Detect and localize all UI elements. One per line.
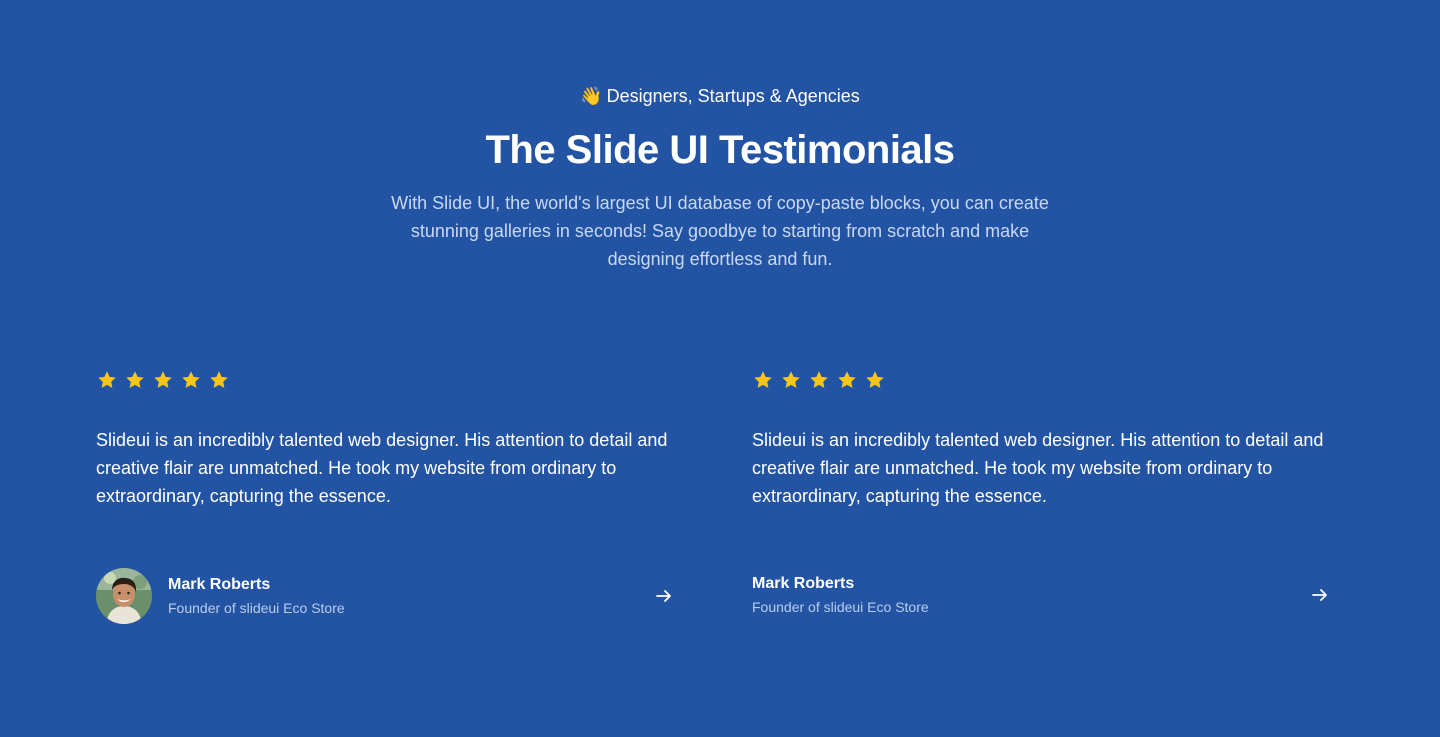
arrow-right-icon: [656, 590, 671, 602]
author-role: Founder of slideui Eco Store: [752, 599, 929, 615]
testimonials-section: 👋 Designers, Startups & Agencies The Slid…: [0, 0, 1440, 737]
testimonial-card: Slideui is an incredibly talented web de…: [96, 368, 696, 638]
star-icon: [864, 369, 886, 391]
author-name: Mark Roberts: [752, 575, 855, 592]
author-role: Founder of slideui Eco Store: [168, 600, 345, 616]
section-subtitle: With Slide UI, the world's largest UI da…: [391, 193, 1049, 269]
arrow-right-icon: [1312, 589, 1327, 601]
next-testimonial-button[interactable]: [652, 584, 676, 608]
star-icon: [208, 369, 230, 391]
author-name: Mark Roberts: [168, 576, 271, 593]
star-icon: [808, 369, 830, 391]
eyebrow: 👋 Designers, Startups & Agencies: [0, 84, 1440, 108]
section-title: The Slide UI Testimonials: [485, 128, 955, 172]
star-icon: [752, 369, 774, 391]
star-icon: [124, 369, 146, 391]
waving-hand-icon: 👋: [580, 86, 603, 106]
testimonial-quote: Slideui is an incredibly talented web de…: [96, 430, 668, 506]
star-rating: [752, 368, 1352, 392]
star-icon: [836, 369, 858, 391]
star-icon: [180, 369, 202, 391]
eyebrow-text: Designers, Startups & Agencies: [606, 86, 860, 106]
next-testimonial-button[interactable]: [1308, 583, 1332, 607]
author-info: Mark Roberts Founder of slideui Eco Stor…: [752, 573, 1308, 617]
author-info: Mark Roberts Founder of slideui Eco Stor…: [168, 574, 652, 618]
testimonial-author: Mark Roberts Founder of slideui Eco Stor…: [96, 568, 676, 624]
star-icon: [96, 369, 118, 391]
testimonial-card: Slideui is an incredibly talented web de…: [752, 368, 1352, 638]
testimonial-author: Mark Roberts Founder of slideui Eco Stor…: [752, 573, 1332, 617]
star-rating: [96, 368, 696, 392]
avatar: [96, 568, 152, 624]
star-icon: [780, 369, 802, 391]
star-icon: [152, 369, 174, 391]
testimonial-quote: Slideui is an incredibly talented web de…: [752, 430, 1324, 506]
